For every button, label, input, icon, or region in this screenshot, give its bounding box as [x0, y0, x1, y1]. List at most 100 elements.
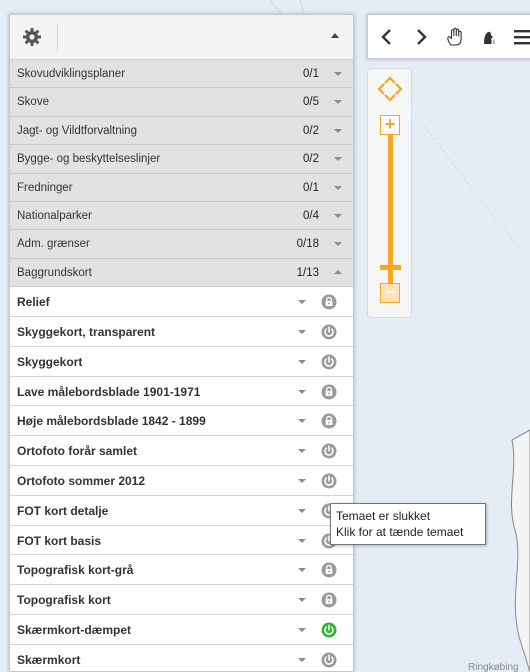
chevron-down-icon[interactable] — [298, 598, 306, 603]
power-icon[interactable] — [321, 622, 337, 638]
caret-up-icon[interactable] — [331, 33, 339, 38]
zoom-out-button[interactable]: − — [380, 283, 400, 303]
menu-icon[interactable] — [511, 26, 530, 48]
tooltip-line-1: Temaet er slukket — [336, 509, 431, 523]
layer-row[interactable]: FOT kort detalje — [10, 495, 353, 526]
power-icon[interactable] — [321, 652, 337, 668]
layer-row[interactable]: Skærmkort — [10, 644, 353, 671]
group-label: Baggrundskort — [17, 266, 92, 279]
group-count: 0/1 — [303, 181, 319, 194]
layer-label: Topografisk kort-grå — [17, 563, 134, 578]
group-label: Skovudviklingsplaner — [17, 68, 126, 80]
chevron-down-icon — [334, 100, 342, 105]
group-count: 0/18 — [296, 238, 319, 251]
layer-row[interactable]: Topografisk kort — [10, 585, 353, 615]
layer-label: Ortofoto forår samlet — [17, 444, 138, 459]
layer-label: Skærmkort-dæmpet — [17, 622, 132, 637]
power-icon[interactable] — [321, 443, 337, 459]
chevron-right-icon[interactable] — [410, 26, 432, 48]
power-icon[interactable] — [321, 473, 337, 489]
group-row-adm-graenser[interactable]: Adm. grænser 0/18 — [10, 230, 353, 259]
layer-row[interactable]: Topografisk kort-grå — [10, 555, 353, 586]
power-icon[interactable] — [321, 354, 337, 370]
chevron-down-icon[interactable] — [298, 627, 306, 632]
layer-label: FOT kort basis — [17, 533, 102, 548]
tooltip-line-2: Klik for at tænde temaet — [336, 525, 464, 539]
chevron-down-icon[interactable] — [298, 657, 306, 662]
layer-list: Relief Skyggekort, transparent Skyggekor… — [10, 287, 353, 671]
layer-row[interactable]: Høje målebordsblade 1842 - 1899 — [10, 406, 353, 437]
layer-row[interactable]: Lave målebordsblade 1901-1971 — [10, 376, 353, 407]
group-row-fredninger[interactable]: Fredninger 0/1 — [10, 173, 353, 202]
hand-icon[interactable] — [444, 26, 466, 48]
zoom-slider-track[interactable] — [388, 135, 393, 283]
chevron-down-icon — [334, 128, 342, 133]
header-divider — [57, 23, 58, 51]
zoom-control: + − — [367, 68, 412, 318]
chevron-down-icon — [334, 242, 342, 247]
chevron-up-icon — [334, 269, 342, 274]
zoom-in-button[interactable]: + — [380, 115, 400, 135]
group-label: Bygge- og beskyttelseslinjer — [17, 153, 161, 166]
lock-icon — [321, 592, 337, 608]
layer-row[interactable]: Skyggekort, transparent — [10, 316, 353, 347]
layer-label: Topografisk kort — [17, 593, 111, 608]
lock-icon — [321, 384, 337, 400]
tooltip: Temaet er slukket Klik for at tænde tema… — [330, 503, 486, 545]
group-count: 1/13 — [296, 266, 319, 279]
layer-label: FOT kort detalje — [17, 503, 109, 518]
group-row-jagt[interactable]: Jagt- og Vildtforvaltning 0/2 — [10, 116, 353, 146]
group-row-bygge[interactable]: Bygge- og beskyttelseslinjer 0/2 — [10, 145, 353, 174]
layer-row[interactable]: Relief — [10, 287, 353, 317]
chevron-down-icon — [334, 157, 342, 162]
group-row-nationalparker[interactable]: Nationalparker 0/4 — [10, 201, 353, 231]
pan-arrows-icon[interactable] — [376, 75, 404, 103]
group-label: Jagt- og Vildtforvaltning — [17, 124, 137, 137]
chevron-down-icon — [334, 72, 342, 76]
panel-header — [10, 15, 353, 60]
chevron-down-icon[interactable] — [298, 508, 306, 513]
layer-label: Høje målebordsblade 1842 - 1899 — [17, 414, 206, 429]
layer-label: Skærmkort — [17, 652, 81, 667]
map-toolbar: i — [367, 14, 530, 59]
info-pointer-icon[interactable]: i — [479, 26, 501, 48]
gear-icon[interactable] — [22, 27, 42, 47]
chevron-left-icon[interactable] — [376, 26, 398, 48]
layer-label: Skyggekort, transparent — [17, 324, 156, 339]
layer-label: Relief — [17, 295, 50, 310]
layer-row[interactable]: Skyggekort — [10, 346, 353, 377]
chevron-down-icon[interactable] — [298, 419, 306, 424]
power-icon[interactable] — [321, 324, 337, 340]
zoom-slider-thumb[interactable] — [380, 265, 401, 270]
chevron-down-icon[interactable] — [298, 538, 306, 543]
svg-text:i: i — [493, 38, 495, 46]
lock-icon — [321, 413, 337, 429]
layer-row[interactable]: Skærmkort-dæmpet — [10, 614, 353, 645]
group-label: Nationalparker — [17, 209, 92, 222]
chevron-down-icon[interactable] — [298, 478, 306, 483]
layer-row[interactable]: FOT kort basis — [10, 525, 353, 556]
chevron-down-icon[interactable] — [298, 300, 306, 305]
layer-label: Ortofoto sommer 2012 — [17, 473, 146, 488]
chevron-down-icon[interactable] — [298, 389, 306, 394]
group-row-skovudviklingsplaner[interactable]: Skovudviklingsplaner 0/1 — [10, 60, 353, 89]
group-count: 0/5 — [303, 96, 319, 109]
lock-icon — [321, 562, 337, 578]
group-label: Adm. grænser — [17, 238, 90, 251]
group-row-baggrundskort[interactable]: Baggrundskort 1/13 — [10, 258, 353, 288]
group-count: 0/1 — [303, 68, 319, 80]
group-label: Skove — [17, 96, 49, 109]
chevron-down-icon — [334, 185, 342, 190]
group-list: Skovudviklingsplaner 0/1 Skove 0/5 Jagt-… — [10, 60, 353, 288]
group-count: 0/2 — [303, 153, 319, 166]
map-place-label: Ringkøbing — [468, 662, 519, 672]
chevron-down-icon[interactable] — [298, 329, 306, 334]
chevron-down-icon[interactable] — [298, 449, 306, 454]
group-row-skove[interactable]: Skove 0/5 — [10, 88, 353, 117]
chevron-down-icon[interactable] — [298, 568, 306, 573]
group-count: 0/4 — [303, 209, 319, 222]
layer-row[interactable]: Ortofoto forår samlet — [10, 436, 353, 466]
chevron-down-icon[interactable] — [298, 359, 306, 364]
layer-label: Lave målebordsblade 1901-1971 — [17, 384, 201, 399]
layer-row[interactable]: Ortofoto sommer 2012 — [10, 465, 353, 496]
